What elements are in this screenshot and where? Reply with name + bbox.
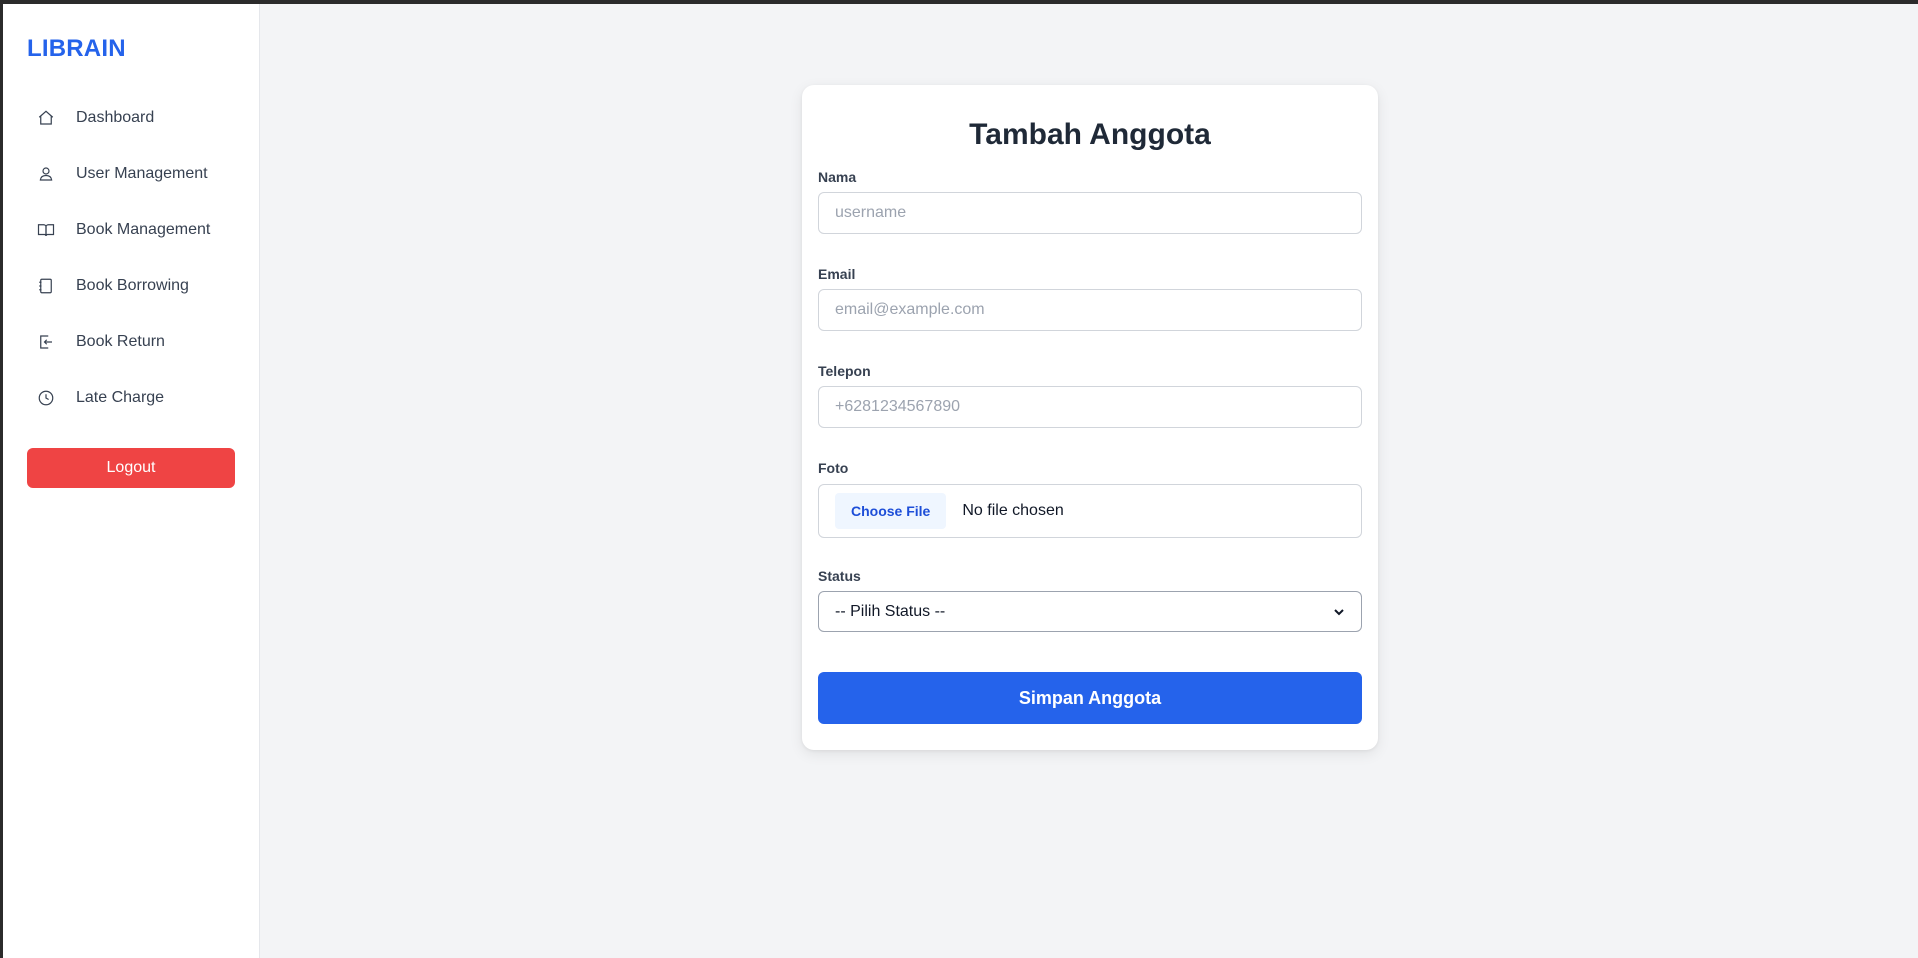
sidebar-item-label: Late Charge: [76, 389, 165, 406]
telepon-input[interactable]: [818, 386, 1362, 428]
sidebar: LIBRAIN Dashboard User Management Book M…: [3, 4, 260, 958]
main-content: Tambah Anggota Nama Email Telepon Foto C…: [260, 4, 1918, 958]
foto-label: Foto: [818, 460, 849, 476]
sidebar-item-label: Book Management: [76, 221, 211, 238]
nama-label: Nama: [818, 169, 857, 185]
notebook-icon: [37, 277, 55, 295]
logout-button[interactable]: Logout: [27, 448, 235, 488]
sidebar-item-user-management[interactable]: User Management: [27, 154, 235, 194]
file-status-text: No file chosen: [962, 502, 1064, 519]
sidebar-item-label: Book Borrowing: [76, 277, 189, 294]
user-icon: [37, 165, 55, 183]
brand-logo[interactable]: LIBRAIN: [27, 32, 235, 66]
page-title: Tambah Anggota: [969, 118, 1211, 151]
add-member-form-card: Tambah Anggota Nama Email Telepon Foto C…: [802, 85, 1378, 750]
home-icon: [37, 109, 55, 127]
field-telepon: Telepon: [818, 363, 1362, 428]
choose-file-button[interactable]: Choose File: [835, 493, 947, 529]
field-email: Email: [818, 266, 1362, 331]
field-foto: Foto Choose File No file chosen: [818, 460, 1362, 538]
field-nama: Nama: [818, 169, 1362, 234]
sidebar-item-dashboard[interactable]: Dashboard: [27, 98, 235, 138]
sidebar-item-book-management[interactable]: Book Management: [27, 210, 235, 250]
book-open-icon: [37, 221, 55, 239]
status-select[interactable]: -- Pilih Status --: [818, 591, 1362, 632]
clock-icon: [37, 389, 55, 407]
email-input[interactable]: [818, 289, 1362, 331]
app-window: LIBRAIN Dashboard User Management Book M…: [3, 4, 1918, 958]
status-label: Status: [818, 568, 861, 584]
sidebar-item-label: Book Return: [76, 333, 165, 350]
sidebar-nav: Dashboard User Management Book Managemen…: [27, 98, 235, 418]
sidebar-item-label: Dashboard: [76, 109, 155, 126]
status-selected-value: -- Pilih Status --: [835, 602, 946, 620]
return-icon: [37, 333, 55, 351]
simpan-anggota-button[interactable]: Simpan Anggota: [818, 672, 1362, 724]
sidebar-item-book-return[interactable]: Book Return: [27, 322, 235, 362]
telepon-label: Telepon: [818, 363, 871, 379]
email-label: Email: [818, 266, 856, 282]
sidebar-item-late-charge[interactable]: Late Charge: [27, 378, 235, 418]
foto-file-input[interactable]: Choose File No file chosen: [818, 484, 1362, 538]
nama-input[interactable]: [818, 192, 1362, 234]
chevron-down-icon: [1334, 608, 1344, 615]
field-status: Status -- Pilih Status --: [818, 568, 1362, 632]
sidebar-item-label: User Management: [76, 165, 208, 182]
sidebar-item-book-borrowing[interactable]: Book Borrowing: [27, 266, 235, 306]
